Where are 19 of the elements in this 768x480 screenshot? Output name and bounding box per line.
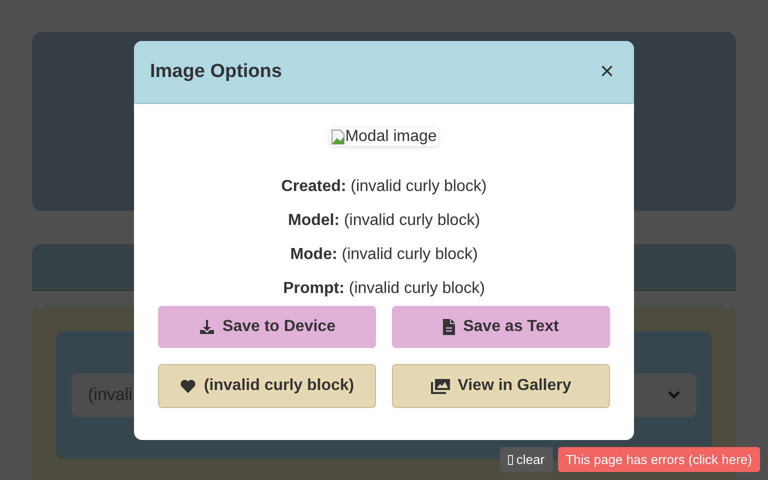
detail-line: Created: (invalid curly block) [281,178,487,196]
broken-image-icon [331,129,346,145]
detail-line: Model: (invalid curly block) [288,212,480,230]
detail-line: Prompt: (invalid curly block) [283,280,485,298]
action-button[interactable]: Save as Text [392,306,610,348]
action-button[interactable]: View in Gallery [392,364,610,408]
image-alt-text: Modal image [345,128,437,146]
action-button[interactable]: (invalid curly block) [158,364,376,408]
images-icon [430,378,450,394]
download-icon [198,319,215,335]
file-icon [443,319,456,335]
missing-glyph-icon [508,454,514,464]
clear-button[interactable]: clear [500,447,553,472]
detail-line: Mode: (invalid curly block) [290,246,478,264]
action-button[interactable]: Save to Device [158,306,376,348]
close-button[interactable]: × [596,60,618,84]
chevron-icon [668,391,680,399]
modal-title: Image Options [150,61,282,83]
heart-icon [180,379,196,393]
